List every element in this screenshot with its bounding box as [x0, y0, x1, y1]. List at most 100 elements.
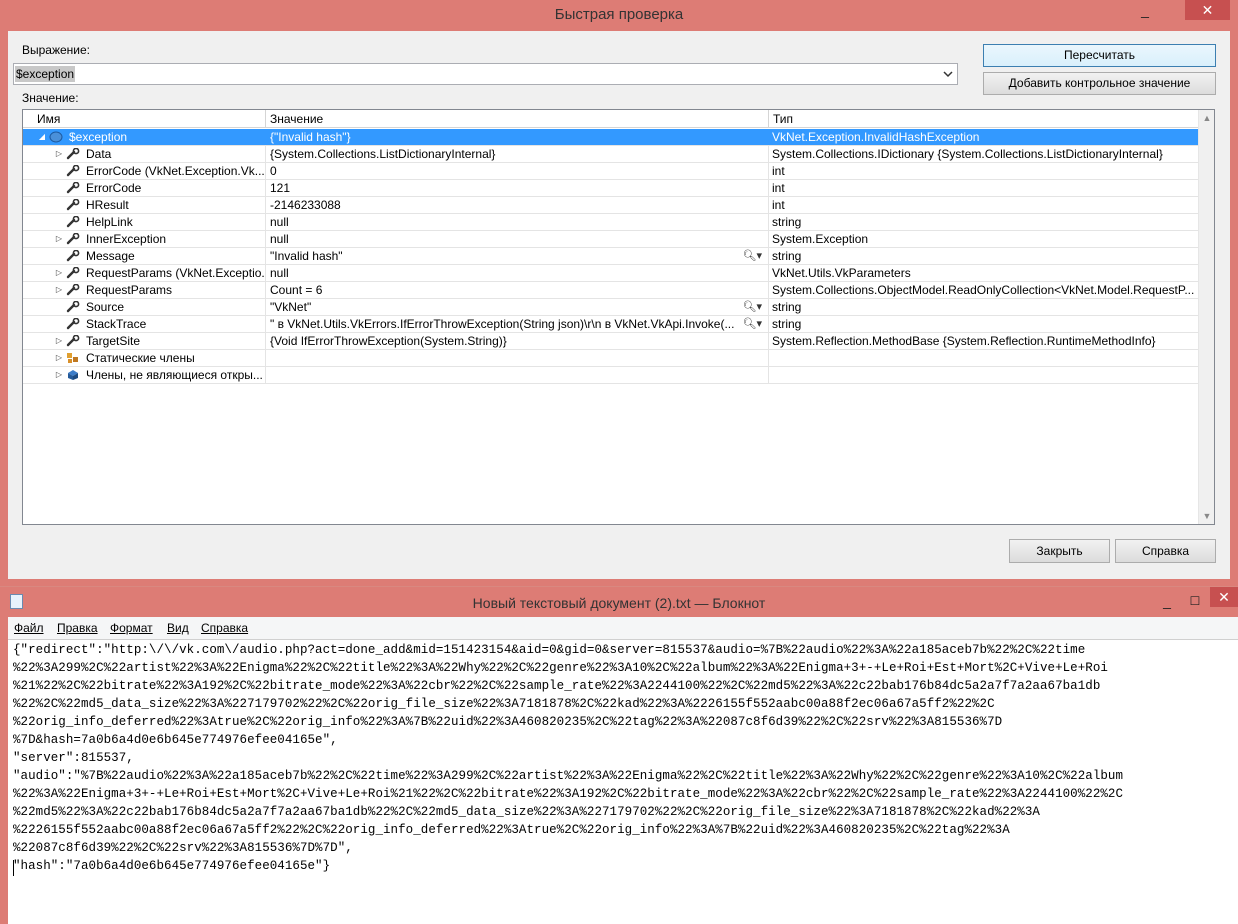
column-value[interactable]: Значение: [266, 110, 769, 128]
text-line: %22087c8f6d39%22%2C%22srv%22%3A815536%7D…: [13, 841, 353, 855]
chevron-down-icon[interactable]: [942, 67, 954, 81]
cell-value[interactable]: " в VkNet.Utils.VkErrors.IfErrorThrowExc…: [266, 316, 769, 332]
cell-value[interactable]: "Invalid hash" 🔍︎▾: [266, 248, 769, 264]
close-button[interactable]: Закрыть: [1009, 539, 1110, 563]
table-row[interactable]: ▷ InnerException null System.Exception: [23, 231, 1199, 248]
column-name[interactable]: Имя: [23, 110, 266, 128]
table-row[interactable]: ▷ Члены, не являющиеся откры...: [23, 367, 1199, 384]
expression-value[interactable]: $exception: [15, 66, 76, 82]
visualizer-magnifier-icon[interactable]: 🔍︎▾: [743, 299, 763, 315]
cell-value[interactable]: [266, 350, 769, 366]
notepad-window: Новый текстовый документ (2).txt — Блокн…: [0, 587, 1238, 924]
cell-value[interactable]: -2146233088: [266, 197, 769, 213]
nonpublic-members-icon: [66, 369, 80, 381]
expander-icon[interactable]: ▷: [54, 146, 64, 162]
menu-file[interactable]: Файл: [14, 621, 44, 635]
wrench-icon: [66, 300, 80, 313]
quickwatch-titlebar[interactable]: Быстрая проверка _ ✕: [0, 0, 1238, 30]
add-watch-button[interactable]: Добавить контрольное значение: [983, 72, 1216, 95]
visualizer-magnifier-icon[interactable]: 🔍︎▾: [743, 316, 763, 332]
menu-edit-label: Правка: [57, 621, 98, 635]
row-type: int: [772, 198, 785, 212]
cell-type: System.Exception: [769, 231, 1199, 247]
close-icon[interactable]: ✕: [1210, 587, 1238, 607]
expander-icon[interactable]: ▷: [54, 282, 64, 298]
cell-type: int: [769, 180, 1199, 196]
cell-value[interactable]: Count = 6: [266, 282, 769, 298]
table-row[interactable]: ▷ Статические члены: [23, 350, 1199, 367]
row-name: HResult: [86, 198, 129, 212]
expander-icon[interactable]: ▷: [54, 231, 64, 247]
cell-name: ▷ Статические члены: [23, 350, 266, 366]
wrench-icon: [66, 147, 80, 160]
expression-combobox[interactable]: $exception: [13, 63, 958, 85]
cell-value[interactable]: "VkNet" 🔍︎▾: [266, 299, 769, 315]
cell-type: VkNet.Exception.InvalidHashException: [769, 129, 1199, 145]
expander-icon[interactable]: ▷: [54, 350, 64, 366]
table-row[interactable]: ErrorCode 121 int: [23, 180, 1199, 197]
visualizer-magnifier-icon[interactable]: 🔍︎▾: [743, 248, 763, 264]
scroll-down-icon[interactable]: ▼: [1199, 508, 1214, 524]
menu-view[interactable]: Вид: [167, 621, 189, 635]
row-type: System.Collections.IDictionary {System.C…: [772, 147, 1163, 161]
table-row[interactable]: StackTrace " в VkNet.Utils.VkErrors.IfErr…: [23, 316, 1199, 333]
expander-icon[interactable]: ▷: [54, 265, 64, 281]
text-editor[interactable]: {"redirect":"http:\/\/vk.com\/audio.php?…: [8, 639, 1238, 924]
cell-name: Message: [23, 248, 266, 264]
menu-edit[interactable]: Правка: [57, 621, 98, 635]
table-row[interactable]: Source "VkNet" 🔍︎▾ string: [23, 299, 1199, 316]
cell-value[interactable]: null: [266, 214, 769, 230]
table-row[interactable]: ▷ TargetSite {Void IfErrorThrowException(S…: [23, 333, 1199, 350]
minimize-icon[interactable]: _: [1138, 0, 1152, 20]
grid-rows: ◢ $exception {"Invalid hash"} VkNet.Excepti…: [23, 129, 1199, 384]
cell-value[interactable]: [266, 367, 769, 383]
row-value: null: [270, 215, 289, 229]
text-line: %22%3A%22Enigma+3+-+Le+Roi+Est+Mort%2C+V…: [13, 787, 1124, 801]
table-row[interactable]: HelpLink null string: [23, 214, 1199, 231]
cell-type: System.Collections.IDictionary {System.C…: [769, 146, 1199, 162]
quickwatch-title: Быстрая проверка: [554, 6, 684, 23]
cell-value[interactable]: null: [266, 265, 769, 281]
cell-name: ErrorCode: [23, 180, 266, 196]
row-name: Data: [86, 147, 112, 161]
row-type: int: [772, 164, 785, 178]
help-button[interactable]: Справка: [1115, 539, 1216, 563]
cell-value[interactable]: {"Invalid hash"}: [266, 129, 769, 145]
table-row[interactable]: Message "Invalid hash" 🔍︎▾ string: [23, 248, 1199, 265]
table-row[interactable]: ▷ RequestParams (VkNet.Exceptio... null VkN…: [23, 265, 1199, 282]
cell-name: ▷ Члены, не являющиеся откры...: [23, 367, 266, 383]
minimize-icon[interactable]: _: [1160, 591, 1174, 611]
table-row[interactable]: ◢ $exception {"Invalid hash"} VkNet.Excepti…: [23, 129, 1199, 146]
menu-help[interactable]: Справка: [201, 621, 248, 635]
notepad-titlebar[interactable]: Новый текстовый документ (2).txt — Блокн…: [0, 587, 1238, 617]
close-icon[interactable]: ✕: [1185, 0, 1230, 20]
expander-icon[interactable]: ▷: [54, 333, 64, 349]
wrench-icon: [66, 181, 80, 194]
cell-value[interactable]: null: [266, 231, 769, 247]
scroll-up-icon[interactable]: ▲: [1199, 110, 1214, 126]
cell-value[interactable]: 0: [266, 163, 769, 179]
table-row[interactable]: ▷ RequestParams Count = 6 System.Collection…: [23, 282, 1199, 299]
row-name: ErrorCode (VkNet.Exception.Vk...: [86, 164, 265, 178]
text-line: "server":815537,: [13, 751, 134, 765]
recalculate-button[interactable]: Пересчитать: [983, 44, 1216, 67]
row-value: "Invalid hash": [270, 249, 343, 263]
wrench-icon: [66, 334, 80, 347]
cell-value[interactable]: {Void IfErrorThrowException(System.Strin…: [266, 333, 769, 349]
text-line: %21%22%2C%22bitrate%22%3A192%2C%22bitrat…: [13, 679, 1101, 693]
cell-value[interactable]: 121: [266, 180, 769, 196]
table-row[interactable]: ▷ Data {System.Collections.ListDictionaryI…: [23, 146, 1199, 163]
table-row[interactable]: ErrorCode (VkNet.Exception.Vk... 0 int: [23, 163, 1199, 180]
maximize-icon[interactable]: ☐: [1188, 591, 1202, 611]
table-row[interactable]: HResult -2146233088 int: [23, 197, 1199, 214]
text-caret: [13, 860, 14, 876]
expander-icon[interactable]: ▷: [54, 367, 64, 383]
menu-format[interactable]: Формат: [110, 621, 153, 635]
cell-value[interactable]: {System.Collections.ListDictionaryIntern…: [266, 146, 769, 162]
grid-scrollbar[interactable]: ▲ ▼: [1198, 110, 1214, 524]
column-type[interactable]: Тип: [769, 110, 1199, 128]
expander-icon[interactable]: ◢: [37, 129, 47, 145]
row-name: ErrorCode: [86, 181, 142, 195]
menubar: Файл Правка Формат Вид Справка: [8, 617, 1238, 639]
cell-type: int: [769, 197, 1199, 213]
